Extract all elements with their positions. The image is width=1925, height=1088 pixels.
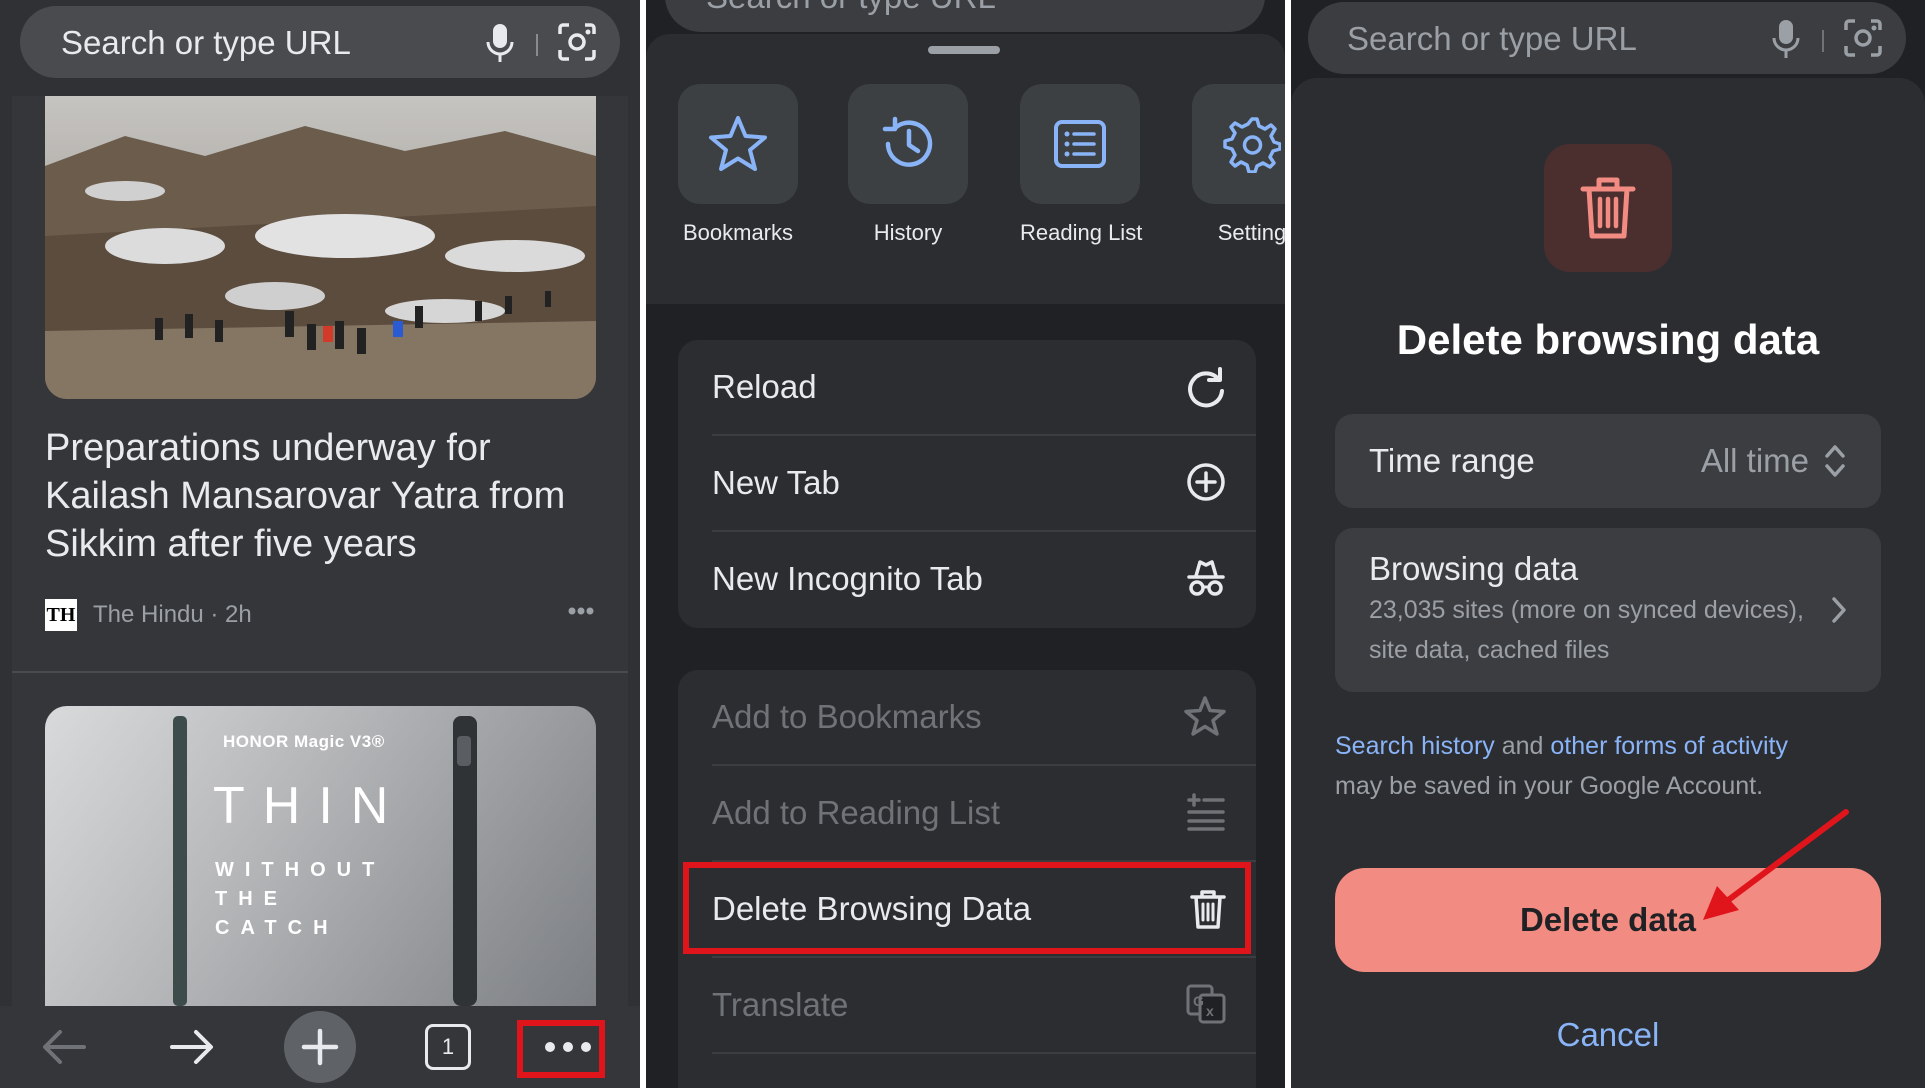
browsing-data-label: Browsing data bbox=[1369, 550, 1579, 587]
gear-icon bbox=[1192, 84, 1285, 204]
translate-icon: Gx bbox=[1186, 984, 1226, 1029]
address-placeholder: Search or type URL bbox=[61, 24, 351, 61]
ad-tagline-line: CATCH bbox=[215, 917, 339, 939]
microphone-icon bbox=[1772, 20, 1800, 65]
address-bar: Search or type URL bbox=[1308, 2, 1906, 74]
feed-divider bbox=[12, 671, 628, 673]
history-icon bbox=[848, 84, 968, 204]
svg-text:G: G bbox=[1193, 993, 1204, 1009]
menu-item-label: Add to Bookmarks bbox=[712, 698, 982, 735]
menu-item-label: Add to Reading List bbox=[712, 794, 1001, 831]
incognito-icon bbox=[1186, 558, 1226, 603]
address-separator bbox=[536, 34, 538, 56]
add-reading-list-icon bbox=[1186, 792, 1226, 837]
ad-tagline-line: WITHOUT bbox=[215, 859, 386, 881]
address-separator bbox=[1822, 30, 1824, 52]
menu-item-label: New Incognito Tab bbox=[712, 560, 983, 597]
article-source: TH The Hindu · 2h bbox=[45, 599, 252, 631]
card-overflow-icon[interactable] bbox=[568, 602, 594, 620]
account-activity-note: Search history and other forms of activi… bbox=[1335, 726, 1895, 806]
menu-item-label: Translate bbox=[712, 986, 849, 1023]
chevron-right-icon bbox=[1831, 596, 1847, 629]
reload-icon bbox=[1186, 366, 1226, 413]
shortcut-label: Bookmarks bbox=[682, 220, 794, 245]
shortcut-label: Reading List bbox=[1020, 220, 1143, 245]
delete-data-sheet: Delete browsing data Time range All time… bbox=[1291, 78, 1925, 1088]
ad-tagline: WITHOUT THE CATCH bbox=[215, 856, 385, 943]
time-range-selector[interactable]: Time range All time bbox=[1335, 414, 1881, 508]
tab-switcher-button[interactable]: 1 bbox=[420, 1006, 476, 1088]
forward-arrow-icon bbox=[170, 1030, 213, 1064]
note-conjunction: and bbox=[1494, 732, 1551, 760]
menu-item-reload[interactable]: Reload bbox=[678, 340, 1256, 436]
delete-data-panel: Search or type URL Delete browsing data … bbox=[1291, 0, 1925, 1088]
menu-item-add-to-bookmarks[interactable]: Add to Bookmarks bbox=[678, 670, 1256, 766]
menu-sheet: Bookmarks History Reading List Setting bbox=[646, 34, 1285, 304]
address-bar: Search or type URL bbox=[665, 0, 1265, 32]
star-icon bbox=[1184, 696, 1226, 741]
svg-text:x: x bbox=[1206, 1003, 1214, 1019]
search-history-link[interactable]: Search history bbox=[1335, 732, 1495, 760]
shortcut-bookmarks[interactable]: Bookmarks bbox=[678, 84, 798, 246]
time-range-value: All time bbox=[1700, 442, 1809, 479]
lens-camera-icon[interactable] bbox=[556, 22, 598, 67]
tab-switcher-icon: 1 bbox=[425, 1024, 471, 1070]
shortcut-history[interactable]: History bbox=[848, 84, 968, 246]
chevron-up-down-icon bbox=[1823, 442, 1847, 485]
menu-item-new-tab[interactable]: New Tab bbox=[678, 436, 1256, 532]
menu-item-label: Reload bbox=[712, 368, 817, 405]
menu-item-new-incognito-tab[interactable]: New Incognito Tab bbox=[678, 532, 1256, 628]
new-tab-plus-icon bbox=[284, 1011, 356, 1083]
sheet-handle[interactable] bbox=[928, 46, 1000, 54]
menu-divider bbox=[712, 1052, 1256, 1054]
article-headline[interactable]: Preparations underway for Kailash Mansar… bbox=[45, 424, 605, 568]
microphone-icon[interactable] bbox=[486, 24, 514, 69]
highlight-box bbox=[517, 1020, 605, 1078]
back-arrow-icon bbox=[43, 1030, 86, 1064]
star-icon bbox=[678, 84, 798, 204]
reading-list-icon bbox=[1020, 84, 1140, 204]
back-button[interactable] bbox=[34, 1006, 94, 1088]
shortcut-label: History bbox=[873, 220, 943, 245]
red-arrow-annotation bbox=[1703, 809, 1849, 920]
bottom-toolbar: 1 bbox=[0, 1006, 640, 1088]
menu-item-label: New Tab bbox=[712, 464, 840, 501]
highlight-box bbox=[683, 862, 1251, 954]
trash-icon bbox=[1544, 144, 1672, 272]
dialog-title: Delete browsing data bbox=[1396, 316, 1820, 363]
forward-button[interactable] bbox=[162, 1006, 222, 1088]
plus-circle-icon bbox=[1186, 462, 1226, 507]
address-placeholder: Search or type URL bbox=[1347, 20, 1637, 57]
browsing-data-row[interactable]: Browsing data 23,035 sites (more on sync… bbox=[1335, 528, 1881, 692]
ad-brand: HONOR Magic V3® bbox=[223, 732, 385, 751]
new-tab-button[interactable] bbox=[284, 1006, 356, 1088]
address-bar[interactable]: Search or type URL bbox=[20, 6, 620, 78]
ad-big-text: THIN bbox=[213, 777, 407, 835]
menu-group-tabs: Reload New Tab New Incognito Tab bbox=[678, 340, 1256, 628]
feed-panel: Search or type URL Preparations underway… bbox=[0, 0, 640, 1088]
lens-camera-icon bbox=[1842, 18, 1884, 63]
source-name-time: The Hindu · 2h bbox=[93, 601, 252, 628]
ad-tagline-line: THE bbox=[215, 888, 288, 910]
time-range-label: Time range bbox=[1369, 442, 1535, 479]
shortcut-settings[interactable]: Setting bbox=[1192, 84, 1285, 246]
discover-feed: Preparations underway for Kailash Mansar… bbox=[12, 96, 628, 1006]
ad-thumbnail[interactable]: HONOR Magic V3® THIN WITHOUT THE CATCH bbox=[45, 706, 596, 1006]
address-placeholder: Search or type URL bbox=[706, 0, 996, 16]
menu-item-add-to-reading-list[interactable]: Add to Reading List bbox=[678, 766, 1256, 862]
shortcut-label: Setting bbox=[1217, 220, 1285, 245]
browsing-data-detail: 23,035 sites (more on synced devices), s… bbox=[1369, 596, 1804, 664]
shortcut-reading-list[interactable]: Reading List bbox=[1020, 84, 1143, 246]
note-text: may be saved in your Google Account. bbox=[1335, 772, 1764, 800]
menu-item-translate[interactable]: Translate Gx bbox=[678, 958, 1256, 1054]
other-activity-link[interactable]: other forms of activity bbox=[1550, 732, 1788, 760]
overflow-menu-panel: Search or type URL Bookmarks History Rea… bbox=[646, 0, 1285, 1088]
source-logo: TH bbox=[45, 599, 77, 631]
article-thumbnail[interactable] bbox=[45, 96, 596, 399]
cancel-button[interactable]: Cancel bbox=[1291, 1016, 1925, 1054]
